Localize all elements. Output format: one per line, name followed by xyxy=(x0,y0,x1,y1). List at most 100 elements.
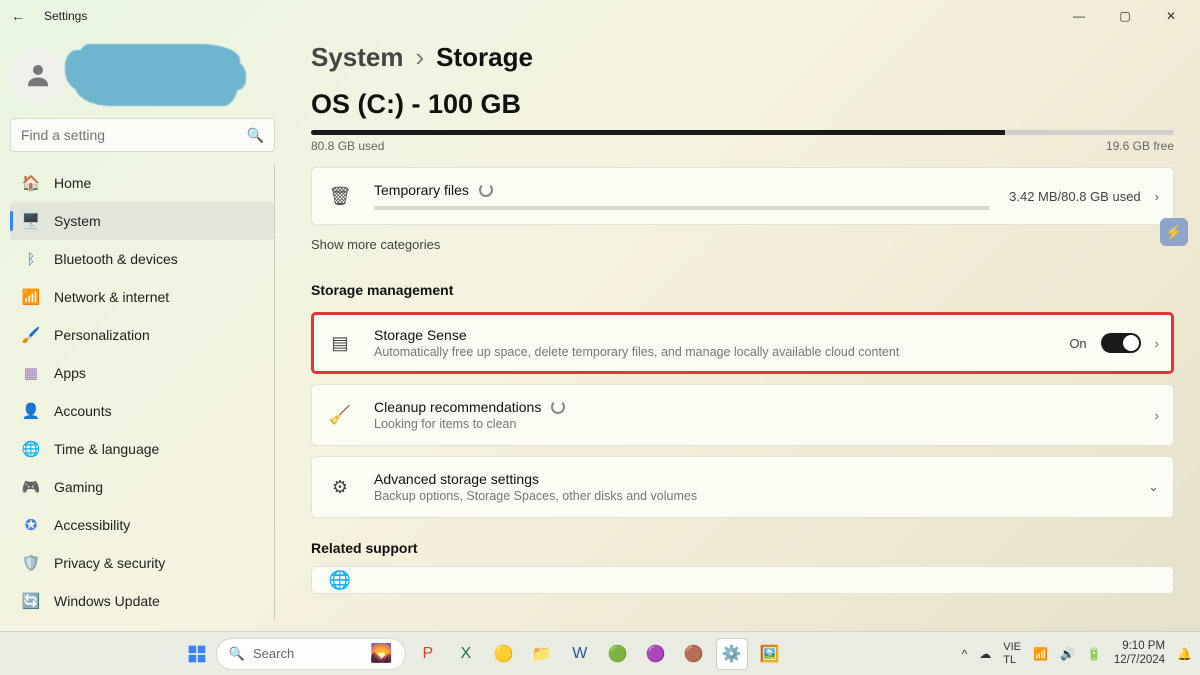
sidebar-item-system[interactable]: 🖥️System xyxy=(10,202,274,240)
loading-spinner-icon xyxy=(479,183,493,197)
sidebar-item-network[interactable]: 📶 Network & internet xyxy=(10,278,274,316)
system-tray: ^ ☁ VIETL 📶 🔊 🔋 9:10 PM12/7/2024 🔔 xyxy=(962,640,1192,666)
accessibility-icon: ✪ xyxy=(22,516,40,534)
sidebar-item-label: Time & language xyxy=(54,441,159,457)
storage-sense-floating-badge[interactable]: ⚡ xyxy=(1160,218,1188,246)
sidebar-item-privacy[interactable]: 🛡️ Privacy & security xyxy=(10,544,274,582)
sidebar-item-label: Apps xyxy=(54,365,86,381)
gear-icon: ⚙ xyxy=(326,477,354,498)
tray-onedrive-icon[interactable]: ☁ xyxy=(979,647,991,661)
taskbar-excel[interactable]: X xyxy=(450,638,482,670)
sidebar: 🔍 🏠Home 🖥️System ᛒBluetooth & devices 📶 N… xyxy=(0,32,285,631)
breadcrumb-current: Storage xyxy=(436,42,533,73)
taskbar-app1[interactable]: 🟢 xyxy=(602,638,634,670)
shield-icon: 🛡️ xyxy=(22,554,40,572)
tray-volume-icon[interactable]: 🔊 xyxy=(1060,647,1075,661)
show-more-categories[interactable]: Show more categories xyxy=(311,237,1174,252)
sidebar-item-accessibility[interactable]: ✪Accessibility xyxy=(10,506,274,544)
sidebar-item-update[interactable]: 🔄Windows Update xyxy=(10,582,274,620)
card-subtitle: Automatically free up space, delete temp… xyxy=(374,345,1049,359)
breadcrumb-parent[interactable]: System xyxy=(311,42,404,73)
taskbar-app2[interactable]: 🟣 xyxy=(640,638,672,670)
tray-clock[interactable]: 9:10 PM12/7/2024 xyxy=(1114,640,1165,666)
wifi-icon: 📶 xyxy=(22,288,40,306)
temporary-files-card[interactable]: 🗑 Temporary files 3.42 MB/80.8 GB used › xyxy=(311,167,1174,225)
chevron-down-icon: ⌄ xyxy=(1148,479,1159,495)
chevron-right-icon: › xyxy=(416,42,425,73)
search-widget-icon: 🌄 xyxy=(370,643,392,664)
taskbar-search[interactable]: 🔍 Search 🌄 xyxy=(216,638,406,670)
sidebar-item-personalization[interactable]: 🖌️Personalization xyxy=(10,316,274,354)
taskbar-app3[interactable]: 🟤 xyxy=(678,638,710,670)
chevron-right-icon: › xyxy=(1155,189,1159,204)
related-support-card[interactable]: 🌐 xyxy=(311,566,1174,594)
titlebar: ← Settings — ▢ ✕ xyxy=(0,0,1200,32)
search-input[interactable] xyxy=(21,127,247,143)
tray-wifi-icon[interactable]: 📶 xyxy=(1033,647,1048,661)
window-title: Settings xyxy=(44,9,87,23)
globe-icon: 🌐 xyxy=(326,570,354,591)
taskbar-powerpoint[interactable]: P xyxy=(412,638,444,670)
taskbar-app4[interactable]: 🖼️ xyxy=(754,638,786,670)
sidebar-item-gaming[interactable]: 🎮Gaming xyxy=(10,468,274,506)
back-button[interactable]: ← xyxy=(6,8,30,24)
sidebar-item-accounts[interactable]: 👤Accounts xyxy=(10,392,274,430)
drive-free-label: 19.6 GB free xyxy=(1106,139,1174,153)
storage-management-header: Storage management xyxy=(311,282,1174,298)
minimize-button[interactable]: — xyxy=(1056,1,1102,31)
sidebar-item-label: Accounts xyxy=(54,403,112,419)
apps-icon: ▦ xyxy=(22,364,40,382)
drive-used-label: 80.8 GB used xyxy=(311,139,384,153)
update-icon: 🔄 xyxy=(22,592,40,610)
home-icon: 🏠 xyxy=(22,174,40,192)
tray-battery-icon[interactable]: 🔋 xyxy=(1087,647,1102,661)
cleanup-card[interactable]: 🧹 Cleanup recommendations Looking for it… xyxy=(311,384,1174,446)
sidebar-item-bluetooth[interactable]: ᛒBluetooth & devices xyxy=(10,240,274,278)
gaming-icon: 🎮 xyxy=(22,478,40,496)
related-support-header: Related support xyxy=(311,540,1174,556)
sidebar-item-label: Bluetooth & devices xyxy=(54,251,178,267)
maximize-button[interactable]: ▢ xyxy=(1102,1,1148,31)
advanced-storage-card[interactable]: ⚙ Advanced storage settings Backup optio… xyxy=(311,456,1174,518)
temp-usage: 3.42 MB/80.8 GB used xyxy=(1009,189,1141,204)
sidebar-item-time[interactable]: 🌐 Time & language xyxy=(10,430,274,468)
taskbar-search-label: Search xyxy=(253,646,294,661)
card-subtitle: Backup options, Storage Spaces, other di… xyxy=(374,489,1128,503)
sidebar-item-label: System xyxy=(54,213,101,229)
card-title: Storage Sense xyxy=(374,327,467,343)
globe-clock-icon: 🌐 xyxy=(22,440,40,458)
sidebar-item-label: Network & internet xyxy=(54,289,169,305)
tray-chevron-icon[interactable]: ^ xyxy=(962,647,968,661)
card-title: Temporary files xyxy=(374,182,469,198)
drive-usage-bar xyxy=(311,130,1174,135)
storage-sense-icon: ▤ xyxy=(326,333,354,354)
avatar xyxy=(10,48,65,103)
storage-sense-toggle[interactable] xyxy=(1101,333,1141,353)
broom-icon: 🧹 xyxy=(326,405,354,426)
card-title: Advanced storage settings xyxy=(374,471,539,487)
profile-block[interactable] xyxy=(10,36,275,114)
storage-sense-card[interactable]: ▤ Storage Sense Automatically free up sp… xyxy=(311,312,1174,374)
redacted-name xyxy=(75,44,240,106)
loading-spinner-icon xyxy=(551,400,565,414)
card-title: Cleanup recommendations xyxy=(374,399,541,415)
taskbar: 🔍 Search 🌄 P X 🟡 📁 W 🟢 🟣 🟤 ⚙️ 🖼️ ^ ☁ VIE… xyxy=(0,631,1200,675)
chevron-right-icon: › xyxy=(1155,408,1159,423)
taskbar-word[interactable]: W xyxy=(564,638,596,670)
sidebar-item-label: Privacy & security xyxy=(54,555,165,571)
nav: 🏠Home 🖥️System ᛒBluetooth & devices 📶 Net… xyxy=(10,164,275,620)
chevron-right-icon: › xyxy=(1155,336,1159,351)
sidebar-item-home[interactable]: 🏠Home xyxy=(10,164,274,202)
start-button[interactable] xyxy=(184,641,210,667)
settings-search[interactable]: 🔍 xyxy=(10,118,275,152)
temp-bar xyxy=(374,206,989,210)
sidebar-item-apps[interactable]: ▦ Apps xyxy=(10,354,274,392)
taskbar-chrome[interactable]: 🟡 xyxy=(488,638,520,670)
card-subtitle: Looking for items to clean xyxy=(374,417,1135,431)
taskbar-explorer[interactable]: 📁 xyxy=(526,638,558,670)
tray-notifications-icon[interactable]: 🔔 xyxy=(1177,647,1192,661)
search-icon: 🔍 xyxy=(229,646,245,662)
close-button[interactable]: ✕ xyxy=(1148,1,1194,31)
tray-language[interactable]: VIETL xyxy=(1003,641,1021,665)
taskbar-settings[interactable]: ⚙️ xyxy=(716,638,748,670)
